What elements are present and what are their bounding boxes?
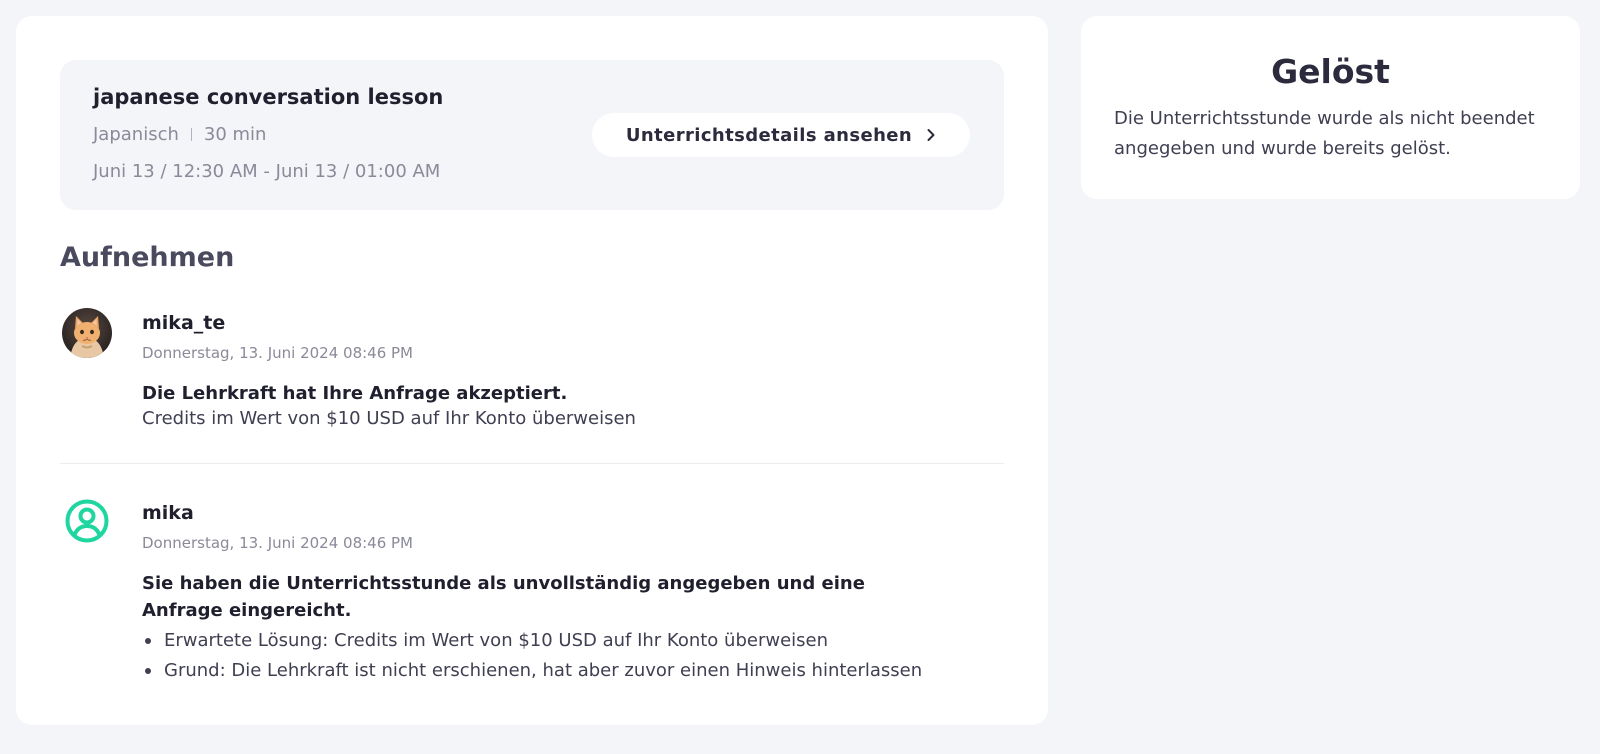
meta-separator [190,128,192,141]
list-item: Grund: Die Lehrkraft ist nicht erschiene… [142,656,922,686]
lesson-duration: 30 min [203,124,267,145]
lesson-meta: Japanisch 30 min [93,124,266,145]
status-card: Gelöst Die Unterrichtsstunde wurde als n… [1081,16,1580,199]
view-lesson-details-button[interactable]: Unterrichtsdetails ansehen [592,113,970,157]
entry-details-list: Erwartete Lösung: Credits im Wert von $1… [142,626,922,686]
details-button-label: Unterrichtsdetails ansehen [625,124,913,146]
status-title: Gelöst [1271,52,1390,91]
entry-headline: Die Lehrkraft hat Ihre Anfrage akzeptier… [142,383,568,404]
lesson-title: japanese conversation lesson [93,85,444,109]
lesson-language: Japanisch [93,124,179,145]
avatar [62,308,112,358]
record-heading: Aufnehmen [60,242,235,273]
list-item: Erwartete Lösung: Credits im Wert von $1… [142,626,922,656]
status-description: Die Unterrichtsstunde wurde als nicht be… [1114,108,1535,159]
entry-body: Credits im Wert von $10 USD auf Ihr Kont… [142,408,636,429]
lesson-summary: japanese conversation lesson Japanisch 3… [60,60,1004,210]
entry-date: Donnerstag, 13. Juni 2024 08:46 PM [142,534,414,552]
user-circle-icon [64,498,110,544]
divider [60,463,1004,464]
chevron-right-icon [926,128,936,142]
main-card: japanese conversation lesson Japanisch 3… [16,16,1048,725]
entry-date: Donnerstag, 13. Juni 2024 08:46 PM [142,344,414,362]
entry-author: mika_te [142,312,226,334]
entry-headline: Sie haben die Unterrichtsstunde als unvo… [142,573,865,621]
lesson-time-range: Juni 13 / 12:30 AM - Juni 13 / 01:00 AM [93,161,441,182]
entry-author: mika [142,502,194,524]
